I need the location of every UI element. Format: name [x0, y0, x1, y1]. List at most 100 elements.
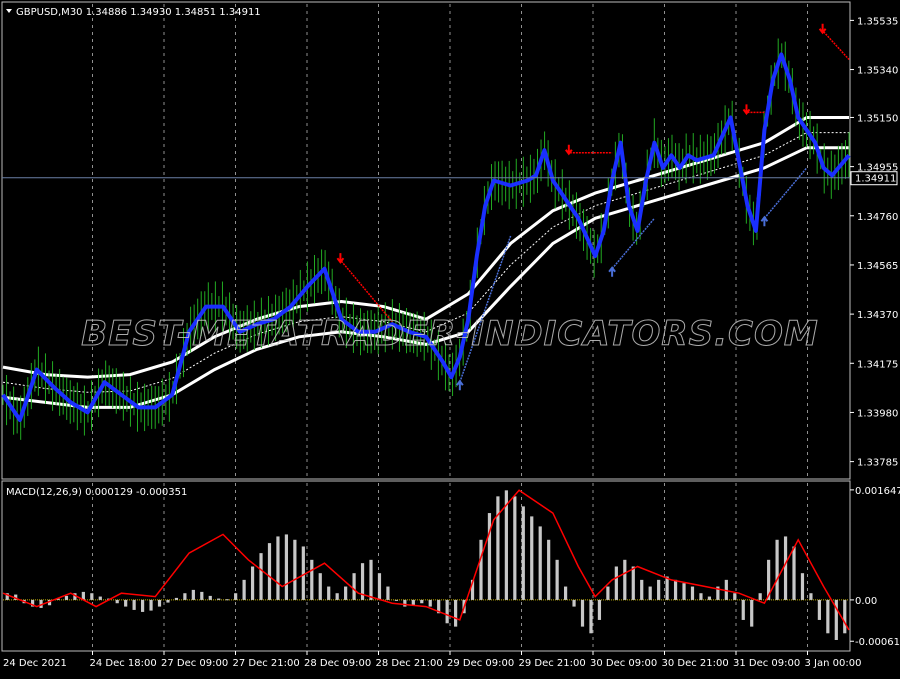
macd-axis-label: -0.000619: [855, 637, 900, 648]
time-axis-label: 28 Dec 09:00: [304, 658, 371, 669]
time-axis-label: 27 Dec 09:00: [161, 658, 228, 669]
macd-bar: [386, 586, 390, 600]
macd-bar: [741, 599, 745, 620]
macd-bar: [284, 534, 289, 600]
symbol-header: GBPUSD,M30 1.34886 1.34930 1.34851 1.349…: [16, 7, 261, 18]
macd-bar: [166, 599, 170, 603]
macd-bar: [293, 539, 297, 600]
macd-bar: [115, 599, 119, 604]
macd-bar: [487, 513, 492, 600]
macd-bar: [572, 599, 576, 607]
macd-bar: [640, 579, 644, 600]
macd-bar: [318, 573, 322, 600]
macd-bar: [217, 598, 221, 600]
macd-bar: [259, 553, 263, 600]
macd-bar: [665, 576, 669, 600]
macd-bar: [132, 599, 136, 610]
macd-bar: [521, 506, 525, 600]
macd-bar: [234, 593, 238, 600]
macd-bar: [479, 539, 483, 600]
macd-bar: [547, 539, 551, 600]
macd-bar: [208, 595, 212, 600]
price-axis-label: 1.34175: [857, 359, 898, 370]
macd-bar: [513, 496, 517, 600]
macd-bar: [411, 599, 415, 606]
macd-bar: [191, 589, 195, 600]
current-price-label: 1.34911: [855, 174, 896, 185]
macd-bar: [242, 579, 246, 600]
macd-bar: [758, 593, 762, 600]
macd-bar: [174, 597, 179, 600]
macd-bar: [64, 595, 69, 600]
macd-bar: [352, 573, 356, 600]
macd-bar: [809, 593, 813, 600]
time-axis-label: 3 Jan 00:00: [805, 658, 862, 669]
price-axis-label: 1.35150: [857, 113, 898, 124]
macd-bar: [454, 599, 458, 627]
macd-bar: [250, 566, 255, 600]
macd-bar: [538, 526, 542, 600]
price-axis-label: 1.34760: [857, 212, 898, 223]
macd-bar: [124, 599, 128, 607]
macd-bar: [750, 599, 754, 627]
time-axis-label: 28 Dec 21:00: [376, 658, 443, 669]
macd-bar: [90, 593, 94, 600]
time-axis-label: 27 Dec 21:00: [233, 658, 300, 669]
macd-bar: [377, 573, 382, 600]
time-axis-label: 30 Dec 21:00: [662, 658, 729, 669]
macd-bar: [445, 599, 449, 624]
macd-bar: [657, 579, 661, 600]
macd-bar: [200, 591, 204, 600]
chart-window[interactable]: BEST-METATRADER-INDICATORS.COM GBPUSD,M3…: [0, 0, 900, 675]
macd-bar: [403, 599, 407, 607]
watermark-text: BEST-METATRADER-INDICATORS.COM: [81, 314, 818, 354]
price-axis-label: 1.35340: [857, 66, 898, 77]
macd-bar: [563, 586, 568, 600]
price-axis-label: 1.35535: [857, 16, 898, 27]
macd-bar: [631, 566, 635, 600]
price-axis-label: 1.34370: [857, 310, 898, 321]
macd-bar: [783, 536, 788, 600]
macd-bar: [310, 559, 314, 600]
macd-axis-label: 0.00: [855, 596, 877, 607]
macd-bar: [301, 546, 305, 600]
macd-bar: [335, 593, 339, 600]
macd-bar: [843, 599, 847, 634]
macd-bar: [648, 586, 652, 600]
macd-bar: [530, 516, 534, 600]
price-axis-label: 1.33785: [857, 458, 898, 469]
macd-bar: [580, 599, 585, 627]
macd-bar: [344, 586, 348, 600]
macd-bar: [98, 596, 102, 600]
macd-bar: [555, 559, 559, 600]
time-axis-label: 30 Dec 09:00: [590, 658, 657, 669]
macd-bar: [420, 599, 424, 604]
macd-bar: [394, 599, 398, 601]
macd-bar: [699, 593, 703, 600]
macd-bar: [682, 583, 686, 600]
macd-bar: [183, 593, 187, 600]
macd-bar: [733, 593, 737, 600]
macd-bar: [792, 546, 796, 600]
macd-header: MACD(12,26,9) 0.000129 -0.000351: [6, 487, 187, 498]
macd-axis-label: 0.001647: [855, 486, 900, 497]
time-axis-label: 31 Dec 09:00: [733, 658, 800, 669]
macd-bar: [826, 599, 830, 634]
macd-bar: [369, 559, 373, 600]
macd-bar: [225, 599, 229, 601]
macd-bar: [496, 496, 500, 600]
macd-bar: [800, 573, 805, 600]
macd-bar: [817, 599, 821, 620]
macd-bar: [690, 586, 695, 600]
macd-bar: [267, 543, 272, 600]
macd-bar: [428, 599, 432, 607]
time-axis-label: 24 Dec 18:00: [90, 658, 157, 669]
macd-bar: [775, 539, 779, 600]
macd-bar: [606, 586, 610, 600]
macd-bar: [614, 566, 618, 600]
time-axis-label: 29 Dec 09:00: [447, 658, 514, 669]
macd-bar: [597, 599, 602, 620]
macd-bar: [327, 586, 331, 600]
price-axis-label: 1.34565: [857, 261, 898, 272]
time-axis-label: 24 Dec 2021: [3, 658, 67, 669]
